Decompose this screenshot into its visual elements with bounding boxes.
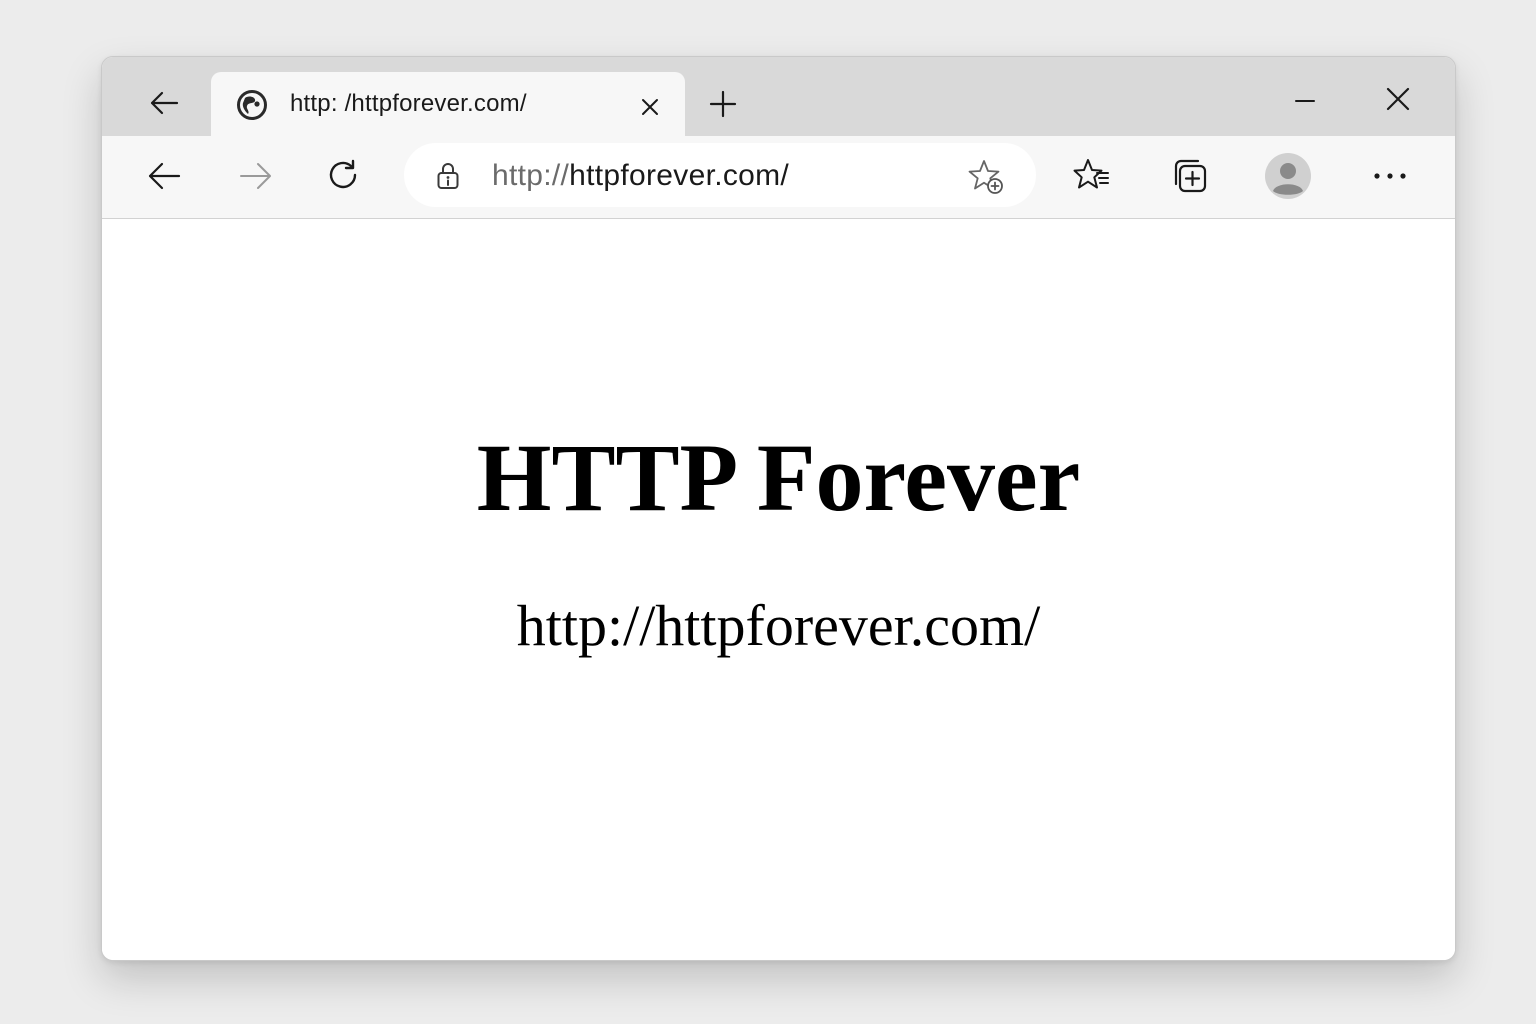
close-window-button[interactable]	[1378, 81, 1418, 117]
back-button[interactable]	[142, 158, 186, 194]
minimize-icon	[1295, 100, 1315, 102]
url-scheme: http://	[492, 159, 570, 192]
back-arrow-icon	[148, 162, 181, 190]
profile-button[interactable]	[1264, 152, 1312, 200]
page-url-text: http://httpforever.com/	[516, 593, 1041, 658]
page-heading: HTTP Forever	[476, 424, 1081, 531]
back-arrow-icon	[150, 91, 179, 115]
favorites-icon	[1073, 159, 1109, 189]
refresh-icon	[329, 159, 357, 189]
close-icon	[642, 99, 658, 115]
avatar-icon	[1265, 153, 1311, 199]
lock-info-icon	[437, 163, 459, 189]
new-tab-button[interactable]	[705, 86, 741, 122]
tab-title: http: /httpforever.com/	[290, 90, 527, 117]
collections-button[interactable]	[1170, 156, 1210, 196]
plus-icon	[709, 90, 737, 118]
site-info-button[interactable]	[434, 161, 462, 191]
close-icon	[1386, 87, 1410, 111]
close-tab-button[interactable]	[635, 92, 665, 122]
page-content: HTTP Forever http://httpforever.com/	[102, 219, 1455, 960]
favorites-button[interactable]	[1072, 156, 1112, 196]
tab-strip: http: /httpforever.com/	[102, 57, 1455, 136]
minimize-button[interactable]	[1287, 81, 1323, 113]
address-bar[interactable]: http://httpforever.com/	[404, 143, 1036, 207]
forward-button[interactable]	[234, 158, 278, 194]
more-icon	[1374, 173, 1406, 179]
forward-arrow-icon	[240, 163, 271, 189]
add-favorite-button[interactable]	[966, 157, 1006, 197]
active-tab[interactable]: http: /httpforever.com/	[211, 72, 685, 136]
tab-back-button[interactable]	[142, 85, 186, 121]
browser-window: http: /httpforever.com/ http://httpforev…	[101, 56, 1456, 961]
url-text[interactable]: http://httpforever.com/	[492, 159, 789, 193]
star-plus-icon	[968, 160, 1003, 194]
more-menu-button[interactable]	[1368, 160, 1412, 192]
navigation-toolbar: http://httpforever.com/	[102, 136, 1455, 219]
collections-icon	[1174, 159, 1207, 193]
favicon	[235, 88, 269, 122]
url-host: httpforever.com/	[569, 159, 790, 192]
refresh-button[interactable]	[324, 156, 364, 196]
globe-icon	[237, 90, 267, 120]
